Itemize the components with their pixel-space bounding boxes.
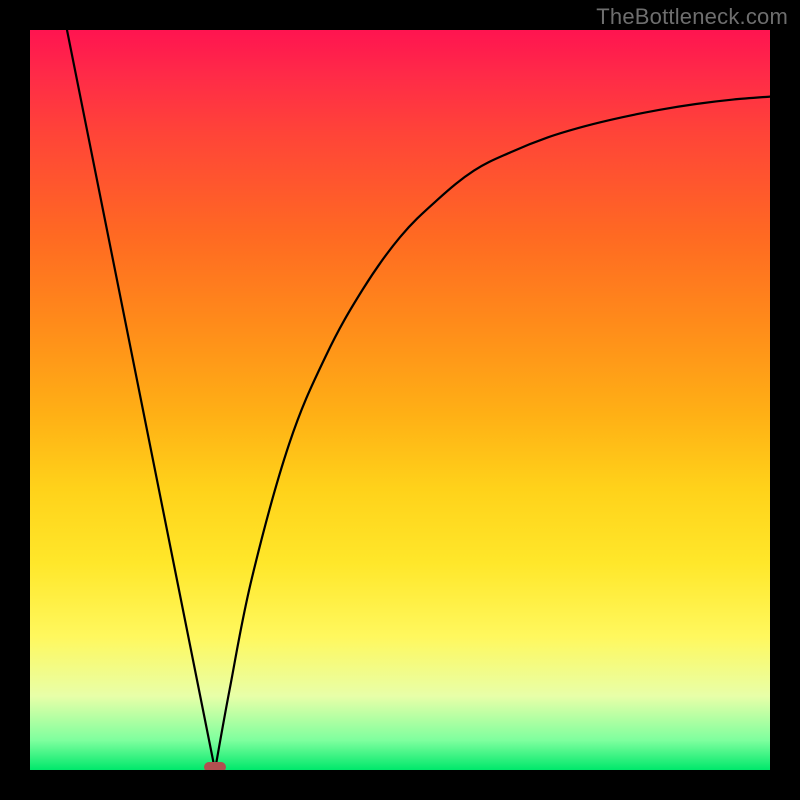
curve-right — [215, 97, 770, 770]
watermark-text: TheBottleneck.com — [596, 4, 788, 30]
minimum-marker — [204, 762, 226, 770]
chart-frame: TheBottleneck.com — [0, 0, 800, 800]
curve-left — [67, 30, 215, 770]
chart-svg — [30, 30, 770, 770]
plot-area — [30, 30, 770, 770]
